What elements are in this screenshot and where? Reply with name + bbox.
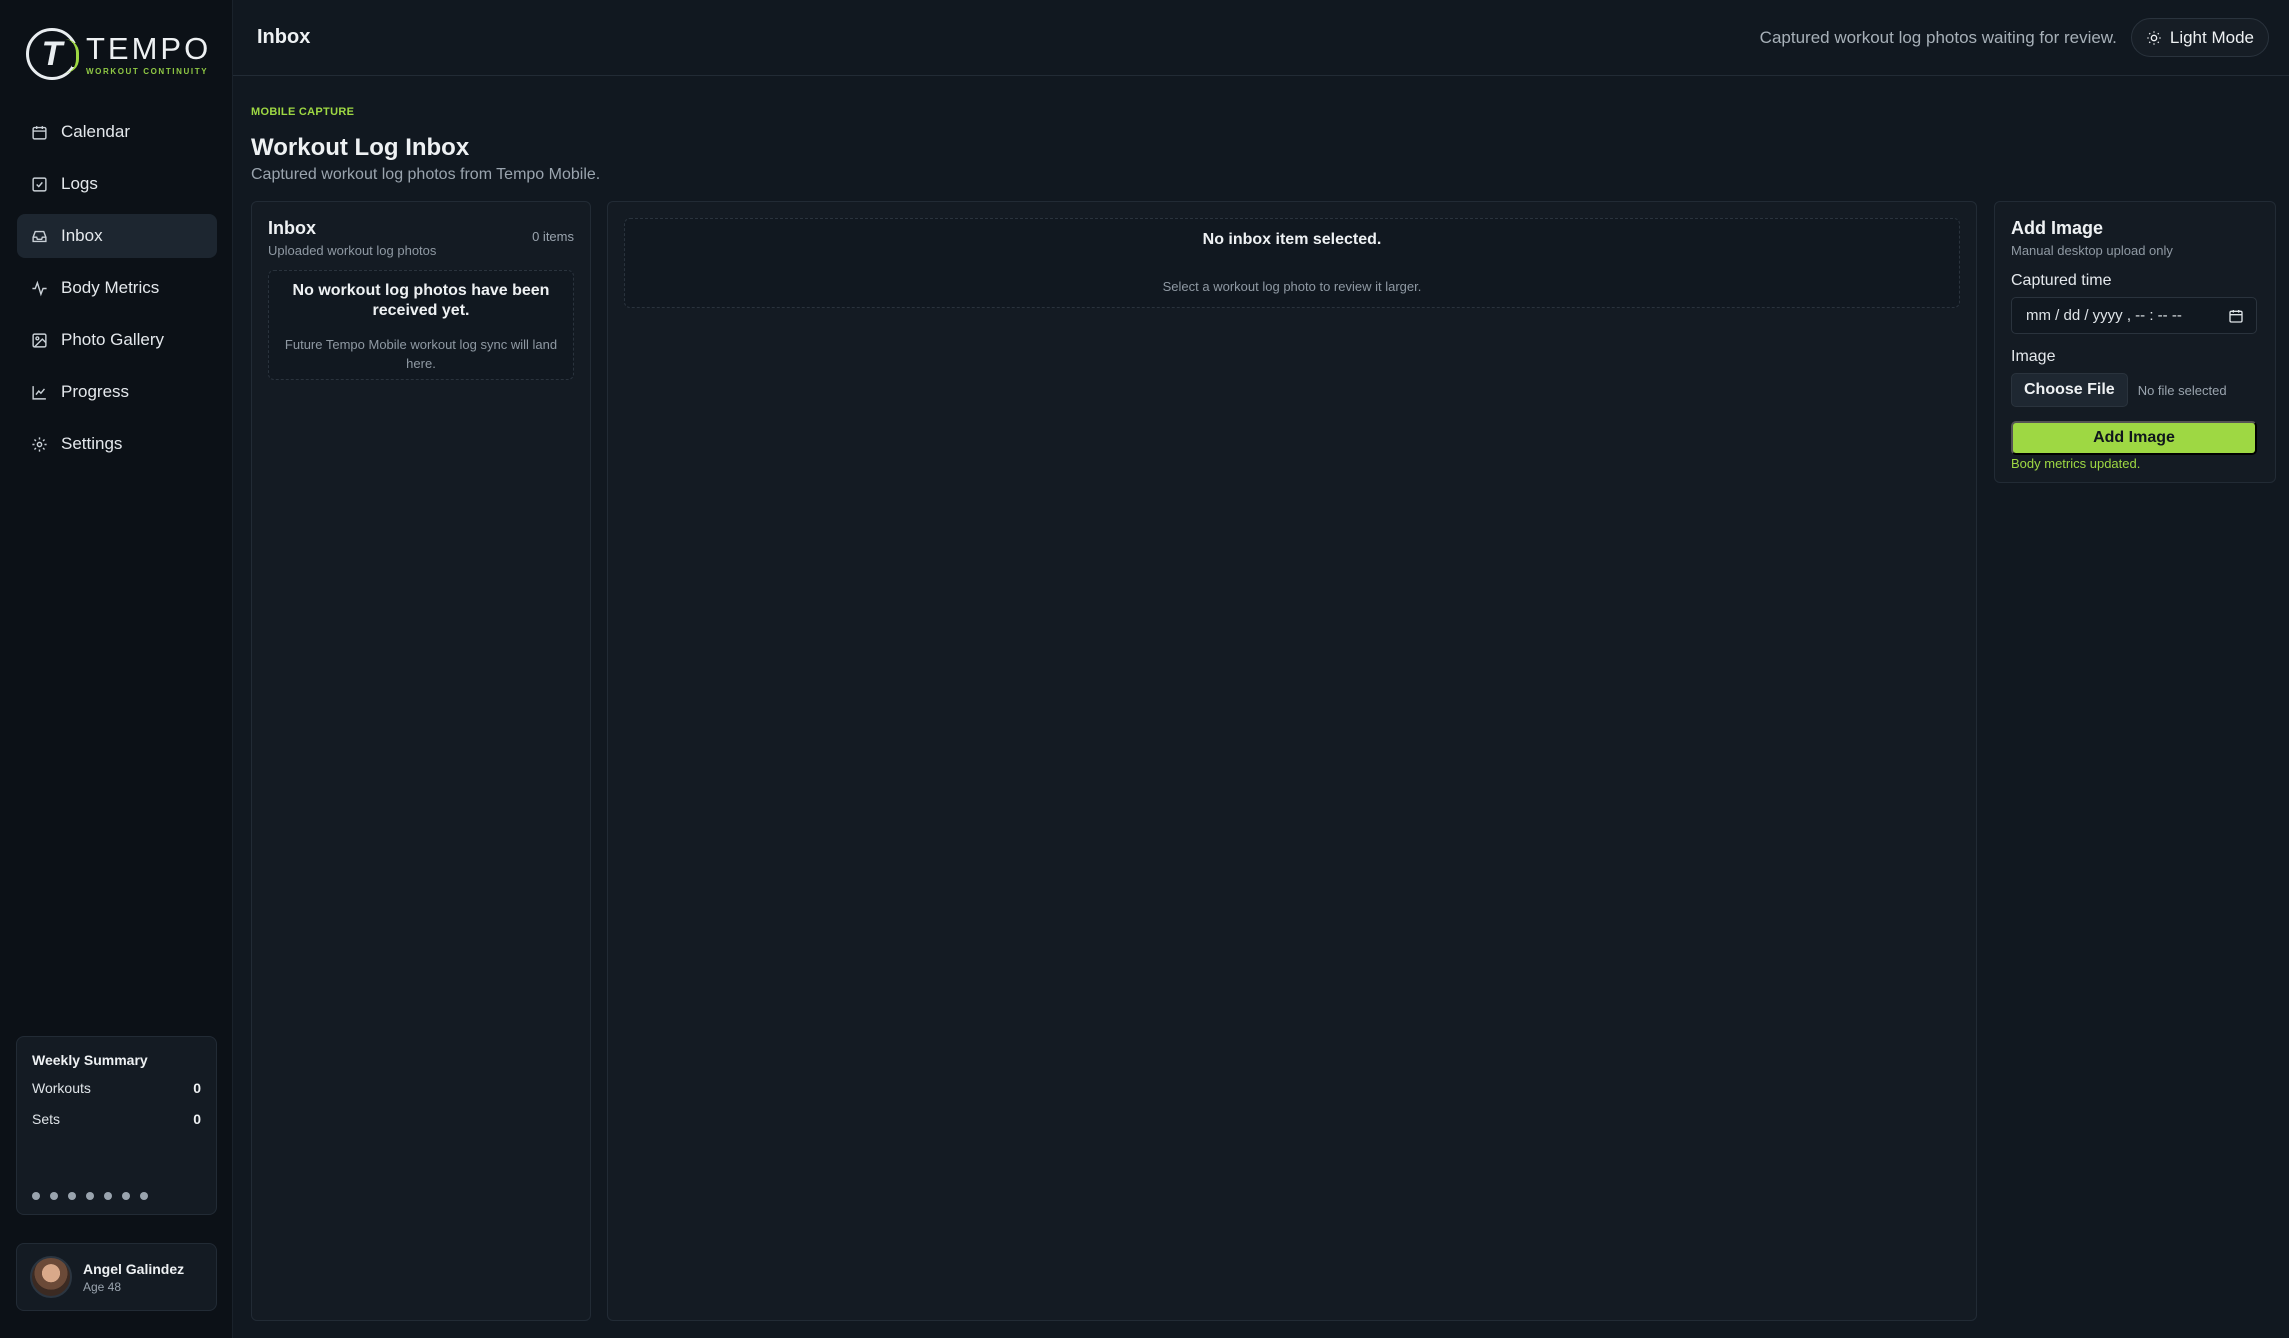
weekly-summary-card: Weekly Summary Workouts 0 Sets 0 [16,1036,217,1215]
inbox-panel-subtitle: Uploaded workout log photos [268,243,437,258]
topbar-caption: Captured workout log photos waiting for … [1759,27,2117,47]
inbox-panel-title: Inbox [268,218,316,238]
sidebar-item-label: Inbox [61,226,103,245]
day-dot [140,1192,148,1200]
weekday-dots [32,1192,148,1200]
image-icon [32,332,47,348]
user-age: Age 48 [83,1279,122,1294]
add-image-subtitle: Manual desktop upload only [2011,243,2173,258]
inbox-count: 0 items [532,229,574,244]
sidebar-item-label: Body Metrics [61,278,160,297]
day-dot [122,1192,130,1200]
workouts-value: 0 [193,1080,201,1096]
sidebar-item-label: Progress [61,382,130,401]
day-dot [104,1192,112,1200]
sidebar-item-photo-gallery[interactable]: Photo Gallery [17,318,217,362]
calendar-icon [32,125,47,140]
chart-icon [32,385,46,400]
day-dot [86,1192,94,1200]
calendar-picker-icon[interactable] [2228,308,2244,324]
weekly-summary-title: Weekly Summary [32,1052,148,1068]
day-dot [32,1192,40,1200]
brand-logo[interactable]: T TEMPO WORKOUT CONTINUITY [26,28,211,80]
topbar-title: Inbox [257,26,311,48]
viewer-empty-text: Select a workout log photo to review it … [1162,279,1422,294]
page-subtitle: Captured workout log photos from Tempo M… [251,166,601,183]
captured-time-input[interactable]: mm / dd / yyyy , -- : -- -- [2011,297,2257,334]
inbox-empty-text: Future Tempo Mobile workout log sync wil… [284,337,558,371]
page-eyebrow: MOBILE CAPTURE [251,106,355,118]
page-title: Workout Log Inbox [251,134,470,161]
file-input: Choose File No file selected [2011,373,2259,407]
viewer-empty-state: No inbox item selected. Select a workout… [624,218,1960,308]
sidebar: T TEMPO WORKOUT CONTINUITY Calendar Logs… [0,0,233,1338]
inbox-icon [32,230,47,242]
inbox-panel: Inbox Uploaded workout log photos 0 item… [251,201,591,1321]
sidebar-nav: Calendar Logs Inbox Body Metrics Photo G… [17,110,217,474]
add-image-button[interactable]: Add Image [2011,421,2257,455]
sun-icon [2147,30,2161,45]
activity-icon [32,280,47,296]
sidebar-item-label: Logs [61,174,98,193]
day-dot [68,1192,76,1200]
avatar [30,1256,72,1298]
check-square-icon [32,176,47,192]
inbox-empty-title: No workout log photos have been received… [292,282,550,319]
sidebar-item-inbox[interactable]: Inbox [17,214,217,258]
add-image-panel: Add Image Manual desktop upload only Cap… [1994,201,2276,483]
sidebar-item-calendar[interactable]: Calendar [17,110,217,154]
sets-label: Sets [32,1111,61,1127]
day-dot [50,1192,58,1200]
sidebar-item-label: Photo Gallery [61,330,164,349]
image-label: Image [2011,348,2056,365]
brand-name: TEMPO [86,30,212,66]
user-name: Angel Galindez [83,1260,185,1277]
tempo-logo-icon: T [26,28,79,80]
file-status: No file selected [2137,382,2227,398]
sidebar-item-progress[interactable]: Progress [17,370,217,414]
captured-time-label: Captured time [2011,272,2112,289]
captured-time-value: mm / dd / yyyy , -- : -- -- [2026,307,2182,324]
sidebar-item-body-metrics[interactable]: Body Metrics [17,266,217,310]
gear-icon [32,436,47,452]
brand-tagline: WORKOUT CONTINUITY [86,66,209,76]
viewer-panel: No inbox item selected. Select a workout… [607,201,1977,1321]
sidebar-item-label: Calendar [61,122,130,141]
status-message: Body metrics updated. [2011,456,2141,471]
choose-file-button[interactable]: Choose File [2011,373,2128,407]
inbox-empty-state: No workout log photos have been received… [268,270,574,380]
sidebar-item-label: Settings [61,434,123,453]
sets-value: 0 [193,1111,201,1127]
main-content: Inbox Captured workout log photos waitin… [233,0,2289,1338]
workouts-label: Workouts [32,1080,91,1096]
light-mode-button[interactable]: Light Mode [2130,18,2269,57]
weekly-workouts-row: Workouts 0 [32,1080,201,1096]
app-root: T TEMPO WORKOUT CONTINUITY Calendar Logs… [0,0,2289,1338]
topbar: Inbox Captured workout log photos waitin… [233,0,2289,76]
light-mode-label: Light Mode [2169,27,2254,47]
sidebar-item-settings[interactable]: Settings [17,422,217,466]
user-card[interactable]: Angel Galindez Age 48 [16,1243,217,1311]
weekly-sets-row: Sets 0 [32,1111,201,1127]
add-image-title: Add Image [2011,218,2104,238]
sidebar-item-logs[interactable]: Logs [17,162,217,206]
viewer-empty-title: No inbox item selected. [1202,231,1382,248]
